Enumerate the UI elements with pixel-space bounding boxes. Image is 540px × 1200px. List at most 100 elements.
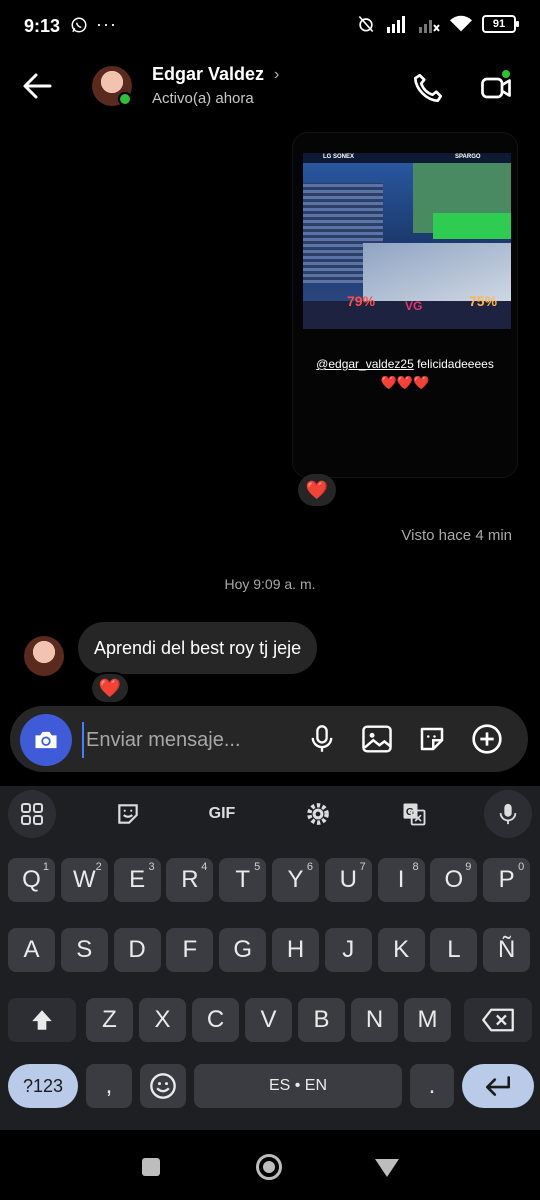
keyboard-translate-button[interactable]: G	[394, 796, 434, 832]
date-divider: Hoy 9:09 a. m.	[224, 576, 316, 592]
keyboard-gif-button[interactable]: GIF	[198, 796, 246, 832]
voice-call-button[interactable]	[410, 70, 446, 106]
period-key[interactable]: .	[410, 1064, 454, 1108]
key-hint-number: 4	[201, 861, 208, 873]
story-mention-text: felicidadeeees	[413, 357, 494, 371]
key-c[interactable]: C	[192, 998, 239, 1042]
comma-key[interactable]: ,	[86, 1064, 132, 1108]
status-notification-icons: ···	[70, 14, 117, 35]
message-input[interactable]	[82, 722, 292, 758]
key-v[interactable]: V	[245, 998, 292, 1042]
alarm-off-icon	[358, 15, 374, 33]
key-f[interactable]: F	[166, 928, 214, 972]
key-h[interactable]: H	[272, 928, 319, 972]
key-e[interactable]: E3	[113, 858, 161, 902]
sender-avatar[interactable]	[24, 636, 64, 676]
keyboard-apps-button[interactable]	[8, 790, 56, 838]
story-reaction-heart[interactable]: ❤️	[298, 474, 336, 506]
key-hint-number: 5	[254, 861, 261, 873]
whatsapp-icon	[71, 17, 87, 32]
key-label: R	[181, 866, 199, 893]
key-t[interactable]: T5	[219, 858, 267, 902]
keyboard-sticker-button[interactable]	[108, 796, 148, 832]
key-r[interactable]: R4	[166, 858, 214, 902]
status-right-icons: 91	[356, 14, 519, 34]
backspace-key[interactable]	[464, 998, 532, 1042]
hud-player-left: LG SONEX	[323, 154, 355, 160]
arrow-left-icon	[23, 73, 52, 99]
key-hint-number: 8	[412, 861, 419, 873]
story-mention-caption: @edgar_valdez25 felicidadeeees	[293, 357, 517, 371]
hud-percent-left: 79%	[347, 293, 376, 309]
key-u[interactable]: U7	[324, 858, 372, 902]
space-key[interactable]: ES • EN	[194, 1064, 402, 1108]
gear-icon	[307, 803, 329, 825]
key-hint-number: 6	[306, 861, 313, 873]
key-label: O	[444, 866, 464, 893]
key-hint-number: 9	[465, 861, 472, 873]
home-button[interactable]	[256, 1154, 282, 1180]
key-d[interactable]: D	[113, 928, 161, 972]
signal-icon	[387, 16, 405, 33]
key-q[interactable]: Q1	[8, 858, 55, 902]
key-g[interactable]: G	[219, 928, 267, 972]
sticker-button[interactable]	[416, 722, 448, 756]
message-reaction-heart[interactable]: ❤️	[90, 672, 130, 704]
shift-key[interactable]	[8, 998, 76, 1042]
enter-icon	[486, 1076, 510, 1096]
contact-status: Activo(a) ahora	[152, 90, 254, 107]
story-hearts: ❤️❤️❤️	[380, 375, 430, 390]
enter-key[interactable]	[462, 1064, 534, 1108]
key-m[interactable]: M	[404, 998, 451, 1042]
key-hint-number: 3	[148, 861, 155, 873]
key-hint-number: 2	[95, 861, 102, 873]
key-label: I	[397, 866, 405, 893]
chevron-right-icon[interactable]: ›	[274, 66, 279, 84]
keyboard-settings-button[interactable]	[298, 796, 338, 832]
key-p[interactable]: P0	[483, 858, 531, 902]
image-icon	[362, 725, 392, 753]
key-l[interactable]: L	[430, 928, 478, 972]
key-label: Q	[22, 866, 41, 893]
voice-message-button[interactable]	[306, 722, 338, 756]
key-ñ[interactable]: Ñ	[483, 928, 531, 972]
key-a[interactable]: A	[8, 928, 55, 972]
story-mention-user[interactable]: @edgar_valdez25	[316, 357, 414, 371]
sticker-icon	[118, 804, 138, 824]
battery-indicator: 91	[482, 15, 519, 33]
recents-button[interactable]	[142, 1158, 160, 1176]
key-x[interactable]: X	[139, 998, 186, 1042]
key-label: E	[129, 866, 146, 893]
symbols-key[interactable]: ?123	[8, 1064, 78, 1108]
more-notifications-icon: ···	[96, 14, 117, 34]
camera-button[interactable]	[20, 714, 72, 766]
shared-story-card[interactable]: LG SONEX SPARGO 79% VG 75% @edgar_valdez…	[292, 132, 518, 478]
key-z[interactable]: Z	[86, 998, 133, 1042]
key-j[interactable]: J	[324, 928, 372, 972]
shift-icon	[32, 1010, 52, 1030]
key-label: Y	[287, 866, 304, 893]
keyboard-voice-button[interactable]	[484, 790, 532, 838]
seen-status: Visto hace 4 min	[401, 527, 512, 544]
back-button[interactable]	[18, 66, 58, 106]
key-b[interactable]: B	[298, 998, 345, 1042]
key-n[interactable]: N	[351, 998, 398, 1042]
key-y[interactable]: Y6	[272, 858, 319, 902]
key-s[interactable]: S	[60, 928, 108, 972]
emoji-key[interactable]	[140, 1064, 186, 1108]
signal-no-service-icon	[419, 20, 440, 33]
key-k[interactable]: K	[377, 928, 425, 972]
gallery-button[interactable]	[361, 722, 393, 756]
contact-name[interactable]: Edgar Valdez	[152, 64, 264, 85]
more-options-button[interactable]	[471, 722, 503, 756]
key-i[interactable]: I8	[377, 858, 425, 902]
status-time: 9:13	[24, 16, 61, 36]
phone-icon	[413, 73, 443, 103]
back-nav-button[interactable]	[374, 1158, 400, 1183]
key-w[interactable]: W2	[60, 858, 108, 902]
grid-icon	[21, 803, 43, 825]
message-bubble[interactable]: Aprendi del best roy tj jeje	[78, 622, 318, 674]
key-o[interactable]: O9	[430, 858, 478, 902]
message-text: Aprendi del best roy tj jeje	[94, 637, 302, 658]
story-image: LG SONEX SPARGO 79% VG 75%	[303, 153, 511, 329]
